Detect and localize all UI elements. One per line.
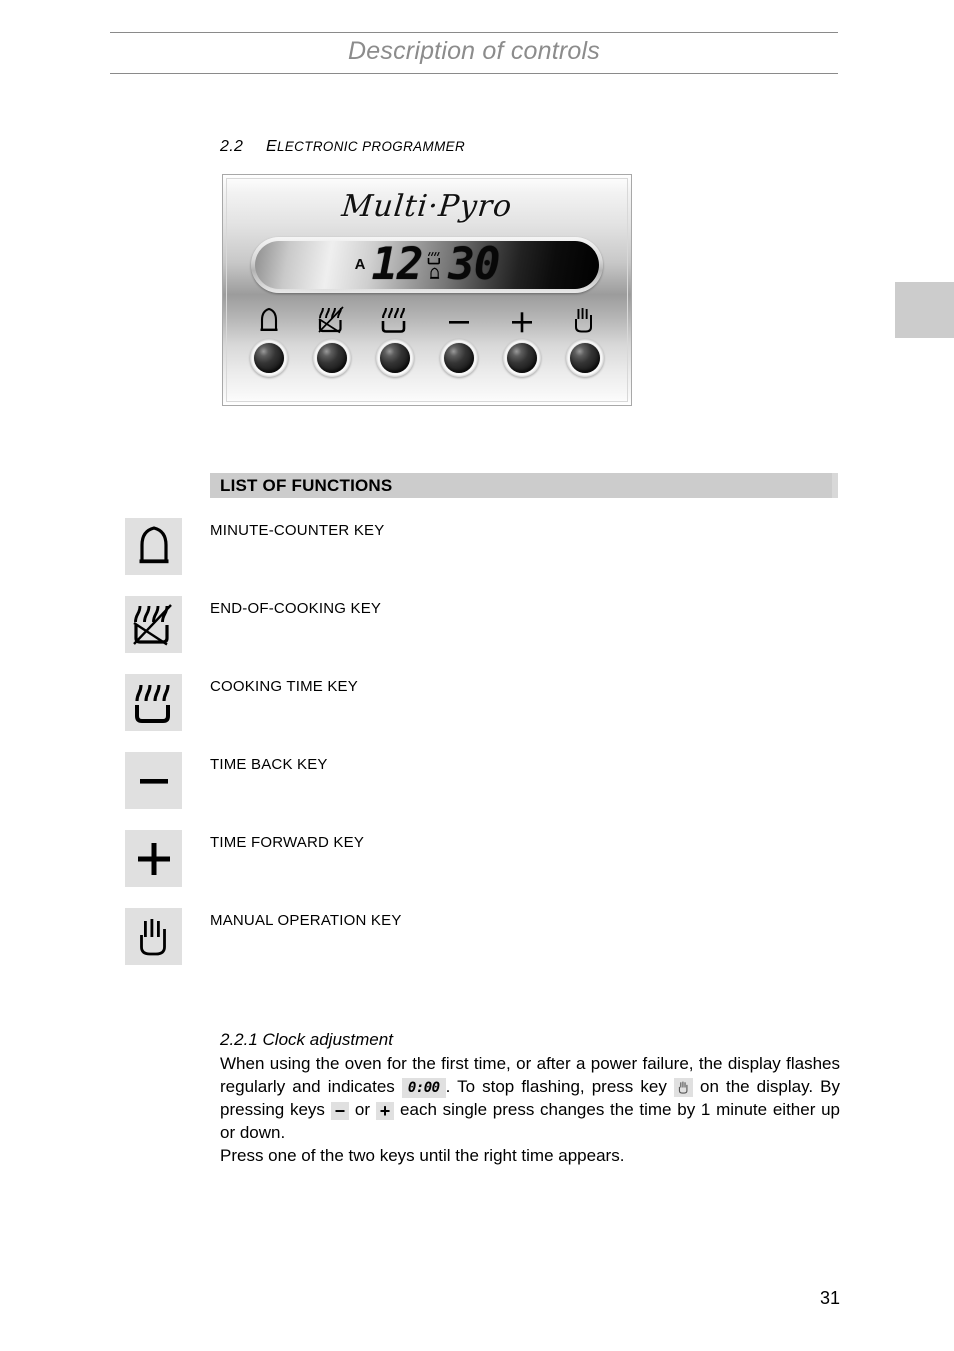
function-row-manual-operation: MANUAL OPERATION KEY [125,908,845,986]
function-row-cooking-time: COOKING TIME KEY [125,674,845,752]
bell-icon [256,303,282,335]
lcd-auto-indicator: A [354,255,366,273]
push-button[interactable] [502,339,541,377]
panel-key-time-back[interactable] [431,303,487,377]
brand-logo: Multi·Pyro [339,189,515,224]
plus-icon [509,303,535,335]
section-heading: 2.2 ELECTRONIC PROGRAMMER [220,138,465,156]
panel-key-minute-counter[interactable] [241,303,297,377]
bell-icon [428,267,442,280]
cooking-time-icon [427,251,443,265]
hand-icon [673,1078,693,1098]
hand-icon [572,303,598,335]
lcd-hours: 12 [371,241,423,289]
margin-tab-marker [895,282,954,338]
panel-key-end-of-cooking[interactable] [304,303,360,377]
function-label: COOKING TIME KEY [210,678,358,695]
panel-key-cooking-time[interactable] [367,303,423,377]
page-header: Description of controls [110,32,838,74]
minus-icon: − [330,1101,350,1120]
function-label: TIME BACK KEY [210,756,328,773]
lcd-marker-group [427,251,443,280]
panel-key-time-forward[interactable] [494,303,550,377]
push-button[interactable] [439,339,478,377]
function-row-minute-counter: MINUTE-COUNTER KEY [125,518,845,596]
section-title-rest: LECTRONIC PROGRAMMER [276,139,466,154]
page-number: 31 [819,1288,840,1308]
function-label: END-OF-COOKING KEY [210,600,382,617]
section-number: 2.2 [220,138,244,155]
or-word: or [354,1100,371,1119]
list-of-functions-label: LIST OF FUNCTIONS [220,476,393,495]
end-of-cooking-icon [125,596,182,653]
clock-adjustment-heading: 2.2.1 Clock adjustment [220,1030,393,1049]
section-title-initial: E [266,138,277,155]
page-title: Description of controls [348,37,600,65]
push-button[interactable] [376,339,415,377]
function-label: MINUTE-COUNTER KEY [210,522,385,539]
lcd-screen: A 12 30 [255,241,599,289]
electronic-programmer-panel: Multi·Pyro A 12 30 [222,174,632,406]
function-label: TIME FORWARD KEY [210,834,365,851]
plus-icon: + [375,1101,395,1120]
lcd-minutes: 30 [448,241,500,289]
panel-key-manual-operation[interactable] [557,303,613,377]
list-of-functions-bar: LIST OF FUNCTIONS [210,473,838,498]
function-row-time-back: TIME BACK KEY [125,752,845,830]
clock-adjustment-paragraph-2: Press one of the two keys until the righ… [220,1146,625,1165]
clock-adjustment-section: 2.2.1 Clock adjustment When using the ov… [220,1028,840,1167]
clock-adjustment-paragraph: When using the oven for the first time, … [220,1052,840,1144]
inline-lcd-value: 0:00 [401,1077,446,1098]
minus-icon [446,303,472,335]
paragraph-part-b: . To stop flashing, press key [445,1077,667,1096]
bar-end-cap [832,473,838,498]
hand-icon [125,908,182,965]
end-of-cooking-icon [316,303,348,335]
function-row-end-of-cooking: END-OF-COOKING KEY [125,596,845,674]
key-row [241,303,613,377]
plus-icon [125,830,182,887]
push-button[interactable] [565,339,604,377]
cooking-time-icon [125,674,182,731]
push-button[interactable] [313,339,352,377]
function-label: MANUAL OPERATION KEY [210,912,402,929]
bell-icon [125,518,182,575]
push-button[interactable] [250,339,288,377]
minus-icon [125,752,182,809]
cooking-time-icon [380,303,410,335]
lcd-bezel: A 12 30 [251,237,603,293]
function-list: MINUTE-COUNTER KEY END-OF-COOKING KEY CO… [125,518,845,986]
function-row-time-forward: TIME FORWARD KEY [125,830,845,908]
